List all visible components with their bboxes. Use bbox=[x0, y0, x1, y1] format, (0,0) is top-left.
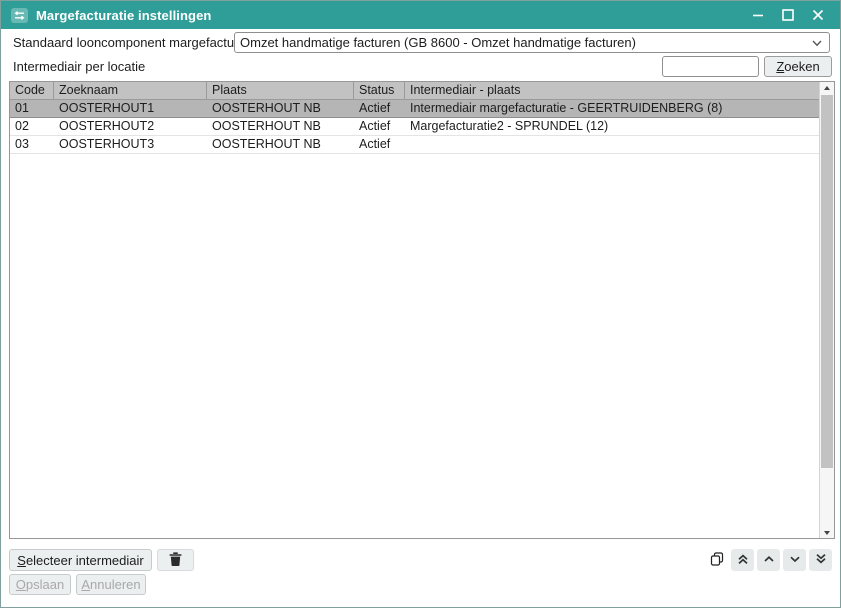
table-row[interactable]: 03 OOSTERHOUT3 OOSTERHOUT NB Actief bbox=[10, 136, 819, 154]
cell-code: 03 bbox=[10, 136, 54, 153]
intermediair-label: Intermediair per locatie bbox=[13, 57, 145, 77]
double-chevron-down-icon bbox=[815, 553, 827, 568]
previous-record-button[interactable] bbox=[757, 549, 780, 571]
cell-zoeknaam: OOSTERHOUT2 bbox=[54, 118, 207, 135]
chevron-down-icon bbox=[789, 553, 801, 568]
selecteer-intermediair-label: Selecteer intermediair bbox=[17, 553, 143, 568]
cell-code: 01 bbox=[10, 100, 54, 117]
zoeken-button-label: Zoeken bbox=[776, 59, 819, 74]
cell-status: Actief bbox=[354, 100, 405, 117]
cell-plaats: OOSTERHOUT NB bbox=[207, 136, 354, 153]
annuleren-button[interactable]: Annuleren bbox=[76, 574, 146, 595]
cell-intermediair-plaats bbox=[405, 136, 819, 153]
column-header-zoeknaam: Zoeknaam bbox=[54, 82, 207, 99]
cell-zoeknaam: OOSTERHOUT3 bbox=[54, 136, 207, 153]
column-header-code: Code bbox=[10, 82, 54, 99]
copy-icon bbox=[710, 552, 724, 569]
opslaan-button[interactable]: Opslaan bbox=[9, 574, 71, 595]
next-record-button[interactable] bbox=[783, 549, 806, 571]
chevron-down-icon bbox=[811, 37, 823, 52]
table-body: Code Zoeknaam Plaats Status Intermediair… bbox=[10, 82, 819, 538]
close-icon[interactable] bbox=[806, 4, 830, 26]
cell-plaats: OOSTERHOUT NB bbox=[207, 100, 354, 117]
search-input[interactable] bbox=[662, 56, 759, 77]
column-header-status: Status bbox=[354, 82, 405, 99]
scroll-up-icon[interactable] bbox=[820, 82, 834, 93]
cell-zoeknaam: OOSTERHOUT1 bbox=[54, 100, 207, 117]
cell-status: Actief bbox=[354, 118, 405, 135]
last-record-button[interactable] bbox=[809, 549, 832, 571]
looncomponent-select[interactable]: Omzet handmatige facturen (GB 8600 - Omz… bbox=[234, 32, 830, 53]
window-title: Margefacturatie instellingen bbox=[36, 8, 211, 23]
window-titlebar[interactable]: Margefacturatie instellingen bbox=[1, 1, 840, 29]
scrollbar-thumb[interactable] bbox=[821, 95, 833, 468]
record-navigation bbox=[705, 549, 832, 571]
copy-button[interactable] bbox=[705, 549, 728, 571]
column-header-intermediair-plaats: Intermediair - plaats bbox=[405, 82, 819, 99]
table-header-row: Code Zoeknaam Plaats Status Intermediair… bbox=[10, 82, 819, 100]
annuleren-button-label: Annuleren bbox=[81, 577, 140, 592]
opslaan-button-label: Opslaan bbox=[16, 577, 64, 592]
looncomponent-label: Standaard looncomponent margefacturatie bbox=[13, 33, 259, 53]
swap-arrows-icon bbox=[11, 8, 28, 23]
margefacturatie-dialog: Margefacturatie instellingen Standaard l… bbox=[0, 0, 841, 608]
double-chevron-up-icon bbox=[737, 553, 749, 568]
scrollbar-track[interactable] bbox=[820, 93, 834, 527]
column-header-plaats: Plaats bbox=[207, 82, 354, 99]
selecteer-intermediair-button[interactable]: Selecteer intermediair bbox=[9, 549, 152, 571]
intermediair-table: Code Zoeknaam Plaats Status Intermediair… bbox=[9, 81, 835, 539]
minimize-icon[interactable] bbox=[746, 4, 770, 26]
chevron-up-icon bbox=[763, 553, 775, 568]
looncomponent-selected-value: Omzet handmatige facturen (GB 8600 - Omz… bbox=[240, 35, 636, 50]
zoeken-button[interactable]: Zoeken bbox=[764, 56, 832, 77]
cell-code: 02 bbox=[10, 118, 54, 135]
cell-status: Actief bbox=[354, 136, 405, 153]
delete-button[interactable] bbox=[157, 549, 194, 571]
vertical-scrollbar[interactable] bbox=[819, 82, 834, 538]
table-row[interactable]: 01 OOSTERHOUT1 OOSTERHOUT NB Actief Inte… bbox=[10, 100, 819, 118]
cell-intermediair-plaats: Intermediair margefacturatie - GEERTRUID… bbox=[405, 100, 819, 117]
cell-plaats: OOSTERHOUT NB bbox=[207, 118, 354, 135]
cell-intermediair-plaats: Margefacturatie2 - SPRUNDEL (12) bbox=[405, 118, 819, 135]
trash-icon bbox=[169, 552, 182, 569]
first-record-button[interactable] bbox=[731, 549, 754, 571]
table-row[interactable]: 02 OOSTERHOUT2 OOSTERHOUT NB Actief Marg… bbox=[10, 118, 819, 136]
scroll-down-icon[interactable] bbox=[820, 527, 834, 538]
maximize-icon[interactable] bbox=[776, 4, 800, 26]
